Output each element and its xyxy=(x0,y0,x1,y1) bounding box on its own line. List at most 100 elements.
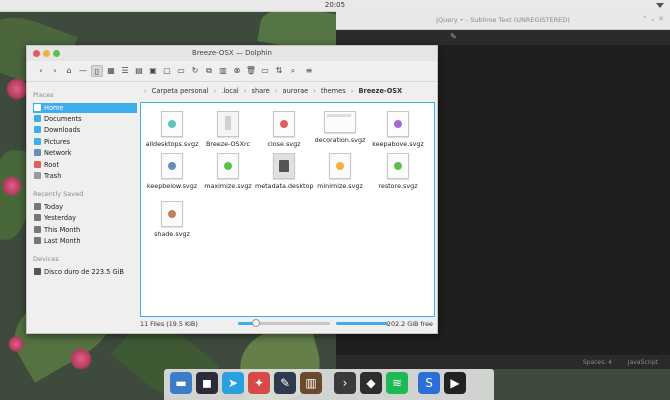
file-item[interactable]: metadata.desktop xyxy=(255,153,314,190)
sidebar-item-root[interactable]: Root xyxy=(33,160,137,170)
office-app-icon[interactable]: ▥ xyxy=(300,372,322,394)
sublime-status-bar: Spaces: 4 JavaScript xyxy=(336,355,670,369)
file-item[interactable]: maximize.svgz xyxy=(199,153,257,190)
calendar-icon xyxy=(34,203,41,210)
zoom-slider-handle[interactable] xyxy=(252,319,261,327)
forward-arrow-icon[interactable]: › xyxy=(49,65,61,77)
breadcrumb: › Carpeta personal › .local › share › auror… xyxy=(141,87,433,98)
breadcrumb-item[interactable]: .local xyxy=(221,87,238,95)
sublime-window-controls-icon[interactable]: ⌃ ⌄ ✕ xyxy=(642,15,664,23)
syntax-setting[interactable]: JavaScript xyxy=(628,359,658,366)
zoom-slider[interactable] xyxy=(238,319,330,327)
file-item[interactable]: keepbelow.svgz xyxy=(143,153,201,190)
folder-icon[interactable]: ▭ xyxy=(259,65,271,77)
paste-icon[interactable]: ▥ xyxy=(217,65,229,77)
free-space: 202.2 GiB free xyxy=(386,320,433,328)
breadcrumb-item[interactable]: share xyxy=(252,87,270,95)
svg-file-icon xyxy=(273,111,295,137)
places-section-label: Places xyxy=(33,91,54,99)
sidebar-item-today[interactable]: Today xyxy=(33,202,137,212)
file-item[interactable]: restore.svgz xyxy=(369,153,427,190)
breadcrumb-item[interactable]: aurorae xyxy=(283,87,309,95)
sidebar-item-downloads[interactable]: Downloads xyxy=(33,125,137,135)
terminal-icon[interactable]: ▢ xyxy=(161,65,173,77)
pictures-folder-icon xyxy=(34,138,41,145)
trash-icon[interactable]: 🗑 xyxy=(245,65,257,77)
file-item[interactable]: minimize.svgz xyxy=(311,153,369,190)
breadcrumb-chevron-icon: › xyxy=(274,87,278,95)
panel-clock[interactable]: 20:05 xyxy=(0,1,670,9)
pen-app-icon[interactable]: ✎ xyxy=(274,372,296,394)
icons-view-icon[interactable]: ▯ xyxy=(91,65,103,77)
breadcrumb-current[interactable]: Breeze-OSX xyxy=(358,87,402,95)
back-arrow-icon[interactable]: ‹ xyxy=(35,65,47,77)
sidebar-item-network[interactable]: Network xyxy=(33,148,137,158)
sidebar-item-label: Pictures xyxy=(44,138,71,146)
sidebar-item-trash[interactable]: Trash xyxy=(33,171,137,181)
inkscape-app-icon[interactable]: ◆ xyxy=(360,372,382,394)
indent-setting[interactable]: Spaces: 4 xyxy=(583,359,612,366)
hamburger-menu-icon[interactable]: ≡ xyxy=(303,65,315,77)
file-name: metadata.desktop xyxy=(255,182,314,190)
sidebar-item-disk[interactable]: Disco duro de 223.5 GiB xyxy=(33,267,137,277)
file-item[interactable]: close.svgz xyxy=(255,111,313,148)
media-player-app-icon[interactable]: ▶ xyxy=(444,372,466,394)
delete-icon[interactable]: ⊗ xyxy=(231,65,243,77)
file-item[interactable]: alldesktops.svgz xyxy=(143,111,201,148)
file-item[interactable]: keepabove.svgz xyxy=(369,111,427,148)
svg-file-icon xyxy=(161,153,183,179)
sidebar-item-pictures[interactable]: Pictures xyxy=(33,137,137,147)
preview-icon[interactable]: ▣ xyxy=(147,65,159,77)
network-icon xyxy=(34,149,41,156)
breadcrumb-chevron-icon: › xyxy=(313,87,316,95)
sidebar-item-last-month[interactable]: Last Month xyxy=(33,236,137,246)
details-view-icon[interactable]: ☰ xyxy=(119,65,131,77)
breadcrumb-chevron-icon: › xyxy=(350,87,354,95)
tree-view-icon[interactable]: ▤ xyxy=(133,65,145,77)
file-name: shade.svgz xyxy=(154,230,190,238)
svg-file-icon xyxy=(387,111,409,137)
file-count: 11 Files (19.5 KiB) xyxy=(140,320,198,328)
file-item[interactable]: shade.svgz xyxy=(143,201,201,238)
breadcrumb-item[interactable]: themes xyxy=(321,87,346,95)
breadcrumb-item[interactable]: Carpeta personal xyxy=(152,87,209,95)
contacts-app-icon[interactable]: ◼ xyxy=(196,372,218,394)
panel-menu-arrow-icon[interactable] xyxy=(656,3,664,8)
spotify-app-icon[interactable]: ≋ xyxy=(386,372,408,394)
file-name: decoration.svgz xyxy=(314,136,366,144)
new-window-icon[interactable]: ▭ xyxy=(175,65,187,77)
copy-icon[interactable]: ⧉ xyxy=(203,65,215,77)
svg-file-icon xyxy=(217,153,239,179)
telegram-app-icon[interactable]: ➤ xyxy=(222,372,244,394)
sidebar-item-yesterday[interactable]: Yesterday xyxy=(33,213,137,223)
sort-icon[interactable]: ⇅ xyxy=(273,65,285,77)
sidebar-item-this-month[interactable]: This Month xyxy=(33,225,137,235)
svg-file-icon xyxy=(324,111,356,133)
dock: ▬ ◼ ➤ ✦ ✎ ▥ › ◆ ≋ S ▶ xyxy=(164,369,494,400)
dolphin-window: Breeze-OSX — Dolphin ‹ › ⌂ — ▯ ▦ ☰ ▤ ▣ ▢… xyxy=(26,45,438,334)
file-item[interactable]: Breeze-OSXrc xyxy=(199,111,257,148)
sublime-tab-bar[interactable]: ✎ xyxy=(336,30,670,45)
file-view[interactable]: alldesktops.svgz Breeze-OSXrc close.svgz… xyxy=(140,102,435,317)
skype-app-icon[interactable]: S xyxy=(418,372,440,394)
reload-icon[interactable]: ↻ xyxy=(189,65,201,77)
sublime-titlebar[interactable]: jQuery • - Sublime Text (UNREGISTERED) ⌃… xyxy=(336,11,670,30)
sublime-window-title: jQuery • - Sublime Text (UNREGISTERED) xyxy=(436,16,570,24)
sidebar-item-home[interactable]: Home xyxy=(33,103,137,113)
split-view-icon[interactable]: — xyxy=(77,65,89,77)
file-name: restore.svgz xyxy=(378,182,418,190)
compact-view-icon[interactable]: ▦ xyxy=(105,65,117,77)
root-folder-icon xyxy=(34,161,41,168)
sublime-tab-pencil-icon[interactable]: ✎ xyxy=(450,32,457,41)
svg-file-icon xyxy=(161,111,183,137)
sidebar-item-label: Trash xyxy=(44,172,62,180)
sidebar-item-documents[interactable]: Documents xyxy=(33,114,137,124)
file-item[interactable]: decoration.svgz xyxy=(311,111,369,144)
svg-file-icon xyxy=(387,153,409,179)
dolphin-titlebar[interactable]: Breeze-OSX — Dolphin xyxy=(27,46,437,61)
bird-app-icon[interactable]: ✦ xyxy=(248,372,270,394)
home-icon[interactable]: ⌂ xyxy=(63,65,75,77)
terminal-app-icon[interactable]: › xyxy=(334,372,356,394)
file-manager-app-icon[interactable]: ▬ xyxy=(170,372,192,394)
search-icon[interactable]: ⌕ xyxy=(287,65,299,77)
